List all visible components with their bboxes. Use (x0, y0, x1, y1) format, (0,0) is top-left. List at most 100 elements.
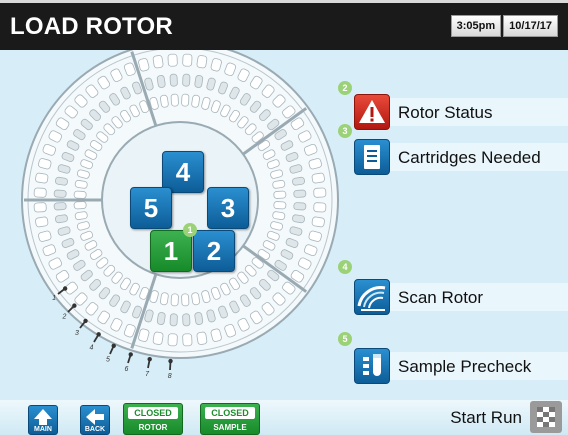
cartridge-slot (272, 211, 286, 221)
rotor-door-label: ROTOR (138, 423, 168, 432)
slot-marker-label: 1 (52, 295, 56, 302)
back-button-label: BACK (84, 426, 106, 433)
cartridge-slot (159, 94, 169, 108)
step-badge-4: 4 (338, 260, 352, 274)
cartridge-slot (273, 190, 287, 199)
cartridges-needed-button[interactable]: Cartridges Needed (352, 139, 568, 175)
cartridge-slot (156, 312, 166, 325)
slot-marker-head (111, 343, 116, 349)
cartridge-slot (167, 333, 178, 347)
step-badge-1: 1 (183, 223, 197, 237)
rotor-position-1[interactable]: 1 (150, 230, 192, 272)
rotor-status-button[interactable]: Rotor Status (352, 94, 568, 130)
page-title: LOAD ROTOR (10, 13, 173, 40)
slot-marker-label: 2 (62, 314, 67, 321)
rotor-door-button[interactable]: CLOSED ROTOR (123, 403, 183, 435)
cartridge-slot (194, 75, 204, 88)
rotor-position-3[interactable]: 3 (207, 187, 249, 229)
cartridge-slot (55, 176, 68, 186)
cartridge-slot (182, 53, 193, 67)
sample-door-state: CLOSED (205, 407, 255, 419)
cartridge-slot (182, 73, 191, 87)
date-display: 10/17/17 (503, 15, 558, 37)
cartridge-slot (196, 331, 208, 345)
cartridge-slot (74, 211, 88, 221)
cartridge-slot (152, 55, 164, 69)
cartridge-slot (181, 93, 190, 107)
document-list-icon (354, 139, 390, 175)
cartridge-slot (311, 216, 325, 228)
cartridge-slot (35, 216, 49, 228)
sample-door-button[interactable]: CLOSED SAMPLE (200, 403, 260, 435)
rotor-diagram: 1234567 8 (21, 50, 339, 380)
cartridge-slot (170, 93, 179, 107)
cartridge-slot (196, 55, 208, 69)
cartridge-slot (74, 179, 88, 189)
cartridge-slot (167, 53, 178, 67)
cartridge-slot (191, 94, 201, 108)
cartridge-slot (33, 202, 47, 213)
cartridge-slot (169, 313, 178, 327)
step-badge-3: 3 (338, 124, 352, 138)
slot-marker-head (128, 352, 133, 357)
cartridge-slot (53, 189, 67, 198)
cartridge-slot (156, 75, 166, 88)
cartridge-slot (33, 187, 47, 198)
cartridge-slot (293, 202, 307, 211)
checkered-flag-icon (530, 401, 562, 433)
back-button[interactable]: BACK (80, 405, 110, 435)
slot-marker-head (168, 358, 173, 364)
test-tube-icon (354, 348, 390, 384)
time-display: 3:05pm (450, 15, 502, 37)
slot-marker-head (72, 303, 77, 308)
cartridge-slot (55, 214, 68, 224)
start-run-button[interactable]: Start Run (422, 401, 562, 433)
slot-marker-label: 8 (168, 373, 172, 380)
slot-marker-head (147, 356, 152, 362)
up-arrow-icon (34, 409, 52, 425)
sample-precheck-button[interactable]: Sample Precheck (352, 348, 568, 384)
cartridge-slot (170, 293, 179, 307)
main-button[interactable]: MAIN (28, 405, 58, 435)
cartridge-slot (35, 172, 49, 184)
cartridge-slot (169, 73, 178, 87)
cartridge-slot (272, 179, 286, 189)
cartridge-slot (191, 292, 201, 306)
slot-marker-label: 5 (106, 357, 110, 364)
scan-rotor-label: Scan Rotor (398, 288, 484, 307)
slot-marker-label: 7 (145, 371, 150, 378)
cartridge-slot (292, 176, 305, 186)
sample-door-label: SAMPLE (213, 423, 247, 432)
load-rotor-screen: LOAD ROTOR 3:05pm 10/17/17 12345678 4 5 … (0, 0, 568, 435)
rotor-position-5[interactable]: 5 (130, 187, 172, 229)
rotor-position-2[interactable]: 2 (193, 230, 235, 272)
cartridge-slot (53, 202, 67, 211)
bottom-toolbar: MAIN BACK CLOSED ROTOR CLOSED SAMPLE Sta… (0, 400, 568, 435)
cartridge-slot (73, 201, 87, 210)
slot-marker-head (83, 318, 88, 324)
cartridge-slot (152, 331, 164, 345)
cartridge-slot (313, 187, 327, 198)
sample-precheck-label: Sample Precheck (398, 357, 532, 376)
cartridge-slot (182, 333, 193, 347)
cartridge-slot (194, 312, 204, 325)
cartridge-slot (292, 214, 305, 224)
cartridge-slot (313, 202, 327, 213)
slot-marker-label: 6 (125, 366, 129, 373)
scan-rotor-button[interactable]: Scan Rotor (352, 279, 568, 315)
cartridge-slot (311, 172, 325, 184)
cartridge-slot (273, 201, 287, 210)
warning-icon (354, 94, 390, 130)
left-arrow-icon (86, 409, 104, 425)
slot-marker-head (96, 332, 101, 337)
scan-icon (354, 279, 390, 315)
main-panel: 12345678 4 5 3 1 2 1 2 Rotor Status 3 Ca… (0, 50, 568, 400)
clock: 3:05pm 10/17/17 (450, 15, 558, 37)
cartridge-slot (293, 189, 307, 198)
cartridge-slot (182, 313, 191, 327)
cartridges-needed-label: Cartridges Needed (398, 148, 541, 167)
header-bar: LOAD ROTOR 3:05pm 10/17/17 (0, 0, 568, 50)
rotor-status-label: Rotor Status (398, 103, 493, 122)
main-button-label: MAIN (34, 426, 52, 433)
slot-marker-label: 4 (89, 344, 93, 351)
